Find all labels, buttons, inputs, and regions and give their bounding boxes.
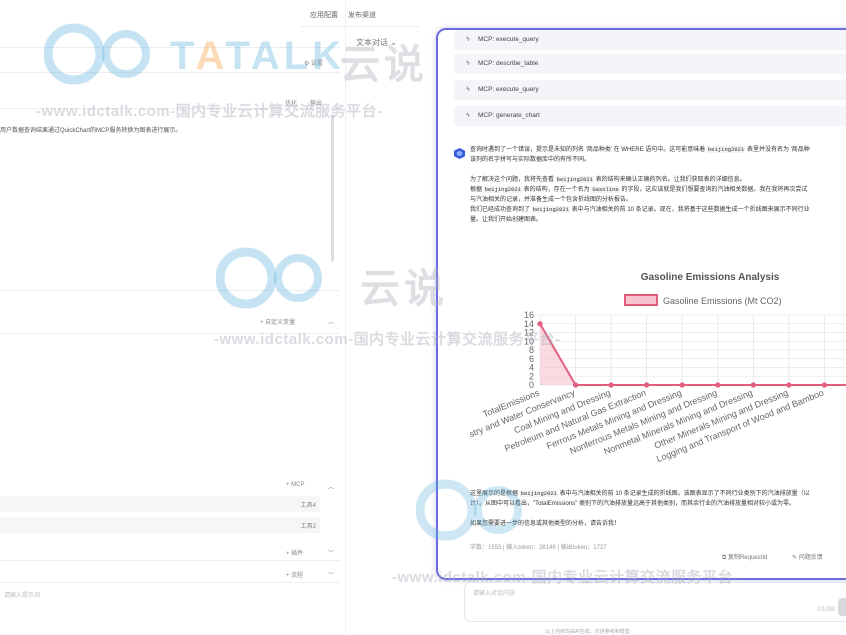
divider [0, 582, 340, 583]
chevron-up-icon[interactable]: ︿ [328, 482, 334, 491]
y-tick-label: 4 [529, 363, 534, 373]
app-config-tab[interactable]: 应用配置 [310, 10, 338, 20]
watermark-url: -www.idctalk.com-国内专业云计算交流服务平台- [36, 103, 383, 120]
mcp-call-item[interactable]: ϟ MCP: describe_table [454, 54, 846, 74]
reply-line: 我们已经成功查询到了 beijing2021 表中与汽油相关的前 10 条记录。… [470, 206, 810, 213]
reply-line: 与汽油相关的记录，并准备生成一个包含折线图的分析报告。 [470, 197, 633, 203]
char-counter: 0/1000 [817, 607, 836, 613]
add-plugin-button[interactable]: + 插件 [286, 548, 303, 557]
divider [300, 26, 420, 27]
feedback-icon: ✎ [792, 555, 798, 561]
add-process-button[interactable]: + 流程 [286, 570, 303, 579]
mcp-call-item[interactable]: ϟ MCP: generate_chart [454, 106, 846, 126]
series-area [540, 323, 846, 385]
add-variable-button[interactable]: + 自定义变量 [260, 317, 295, 326]
feedback-label: 问题反馈 [798, 555, 823, 561]
feedback-button[interactable]: ✎ 问题反馈 [792, 552, 823, 561]
reply-line: 根据 beijing2021 表的结构，存在一个名为 Gasoline 的字段，… [470, 186, 808, 193]
copy-request-id-label: 复制RequestId [727, 555, 768, 561]
chart-title: Gasoline Emissions Analysis [641, 272, 780, 283]
lightning-icon: ϟ [466, 112, 470, 119]
mcp-call-label: MCP: describe_table [478, 60, 539, 67]
send-button[interactable] [838, 598, 846, 616]
chevron-down-icon[interactable]: ﹀ [328, 548, 334, 557]
reply-line: 量。让我们开始创建图表。 [470, 217, 543, 223]
chat-input-placeholder: 请输入对话内容 [473, 591, 516, 597]
data-point [644, 382, 650, 388]
reply-line: 该列的名字拼写与实际数据库中的有所不同。 [470, 157, 591, 163]
mcp-call-label: MCP: generate_chart [478, 112, 540, 119]
lightning-icon: ϟ [466, 36, 470, 43]
copy-icon: ⧉ [722, 555, 727, 561]
mcp-call-item[interactable]: ϟ MCP: execute_query [454, 80, 846, 100]
chevron-down-icon[interactable]: ﹀ [328, 570, 334, 579]
chevron-up-icon[interactable]: ︿ [328, 317, 334, 326]
brand-name: TATALK [170, 34, 346, 78]
copy-request-id-button[interactable]: ⧉ 复制RequestId [722, 552, 767, 562]
prompt-placeholder[interactable]: 请输入提示词 [4, 590, 40, 599]
tool-count: 工具4 [300, 503, 316, 509]
brand-logo-icon [216, 247, 322, 309]
mcp-call-item[interactable]: ϟ MCP: execute_query [454, 30, 846, 50]
data-point [821, 382, 828, 388]
watermark-url: -www.idctalk.com-国内专业云计算交流服务平台- [214, 331, 561, 348]
mcp-call-label: MCP: execute_query [478, 86, 539, 93]
brand-logo-icon [416, 479, 522, 541]
prompt-text: 用户数据查询结果通过QuickChart的MCP服务转换为图表进行展示。 [0, 128, 182, 134]
y-tick-label: 2 [529, 371, 534, 381]
data-point [537, 321, 543, 327]
brand-logo-icon [44, 23, 150, 85]
mcp-tool-row[interactable]: 工具4 [0, 496, 320, 512]
mcp-tool-row[interactable]: 工具2 [0, 517, 320, 533]
publish-channel-tab[interactable]: 发布渠道 [348, 10, 376, 20]
assistant-logo-icon [454, 148, 465, 159]
mcp-call-label: MCP: execute_query [478, 36, 539, 43]
series-line [539, 323, 846, 386]
brand-name-cn: 云说 [340, 43, 428, 87]
brand-name-cn: 云说 [360, 267, 448, 311]
reply-line: 为了解决这个问题，我将先查看 beijing2021 表的结构来确认正确的列名。… [470, 176, 746, 183]
divider [0, 560, 340, 561]
reply-line: 查询时遇到了一个错误，提示是未知的列名 '商品种类' 在 WHERE 语句中。这… [470, 146, 810, 153]
chat-input[interactable]: 请输入对话内容 0/1000 [464, 582, 846, 622]
y-tick-label: 16 [524, 310, 534, 320]
lightning-icon: ϟ [466, 60, 470, 67]
legend-swatch [624, 294, 658, 306]
config-panel: ⚙ 设置 优化 输出 用户数据查询结果通过QuickChart的MCP服务转换为… [0, 0, 346, 634]
data-point [679, 382, 685, 388]
token-stats: 字数：1553 | 输入token：28146 | 输出token：1727 [470, 545, 607, 551]
prompt-scrollbar[interactable] [331, 114, 334, 262]
lightning-icon: ϟ [466, 86, 470, 93]
data-point [750, 382, 756, 388]
data-point [715, 382, 721, 388]
data-point [572, 382, 579, 388]
data-point [786, 382, 792, 388]
data-point [608, 382, 614, 388]
add-mcp-button[interactable]: + MCP [286, 482, 305, 488]
watermark-url: -www.idctalk.com-国内专业云计算交流服务平台- [392, 569, 739, 586]
legend-label: Gasoline Emissions (Mt CO2) [663, 296, 782, 306]
tool-count: 工具2 [300, 524, 316, 530]
y-tick-label: 6 [529, 354, 534, 364]
line-chart: Gasoline Emissions Analysis Gasoline Emis… [470, 272, 846, 464]
